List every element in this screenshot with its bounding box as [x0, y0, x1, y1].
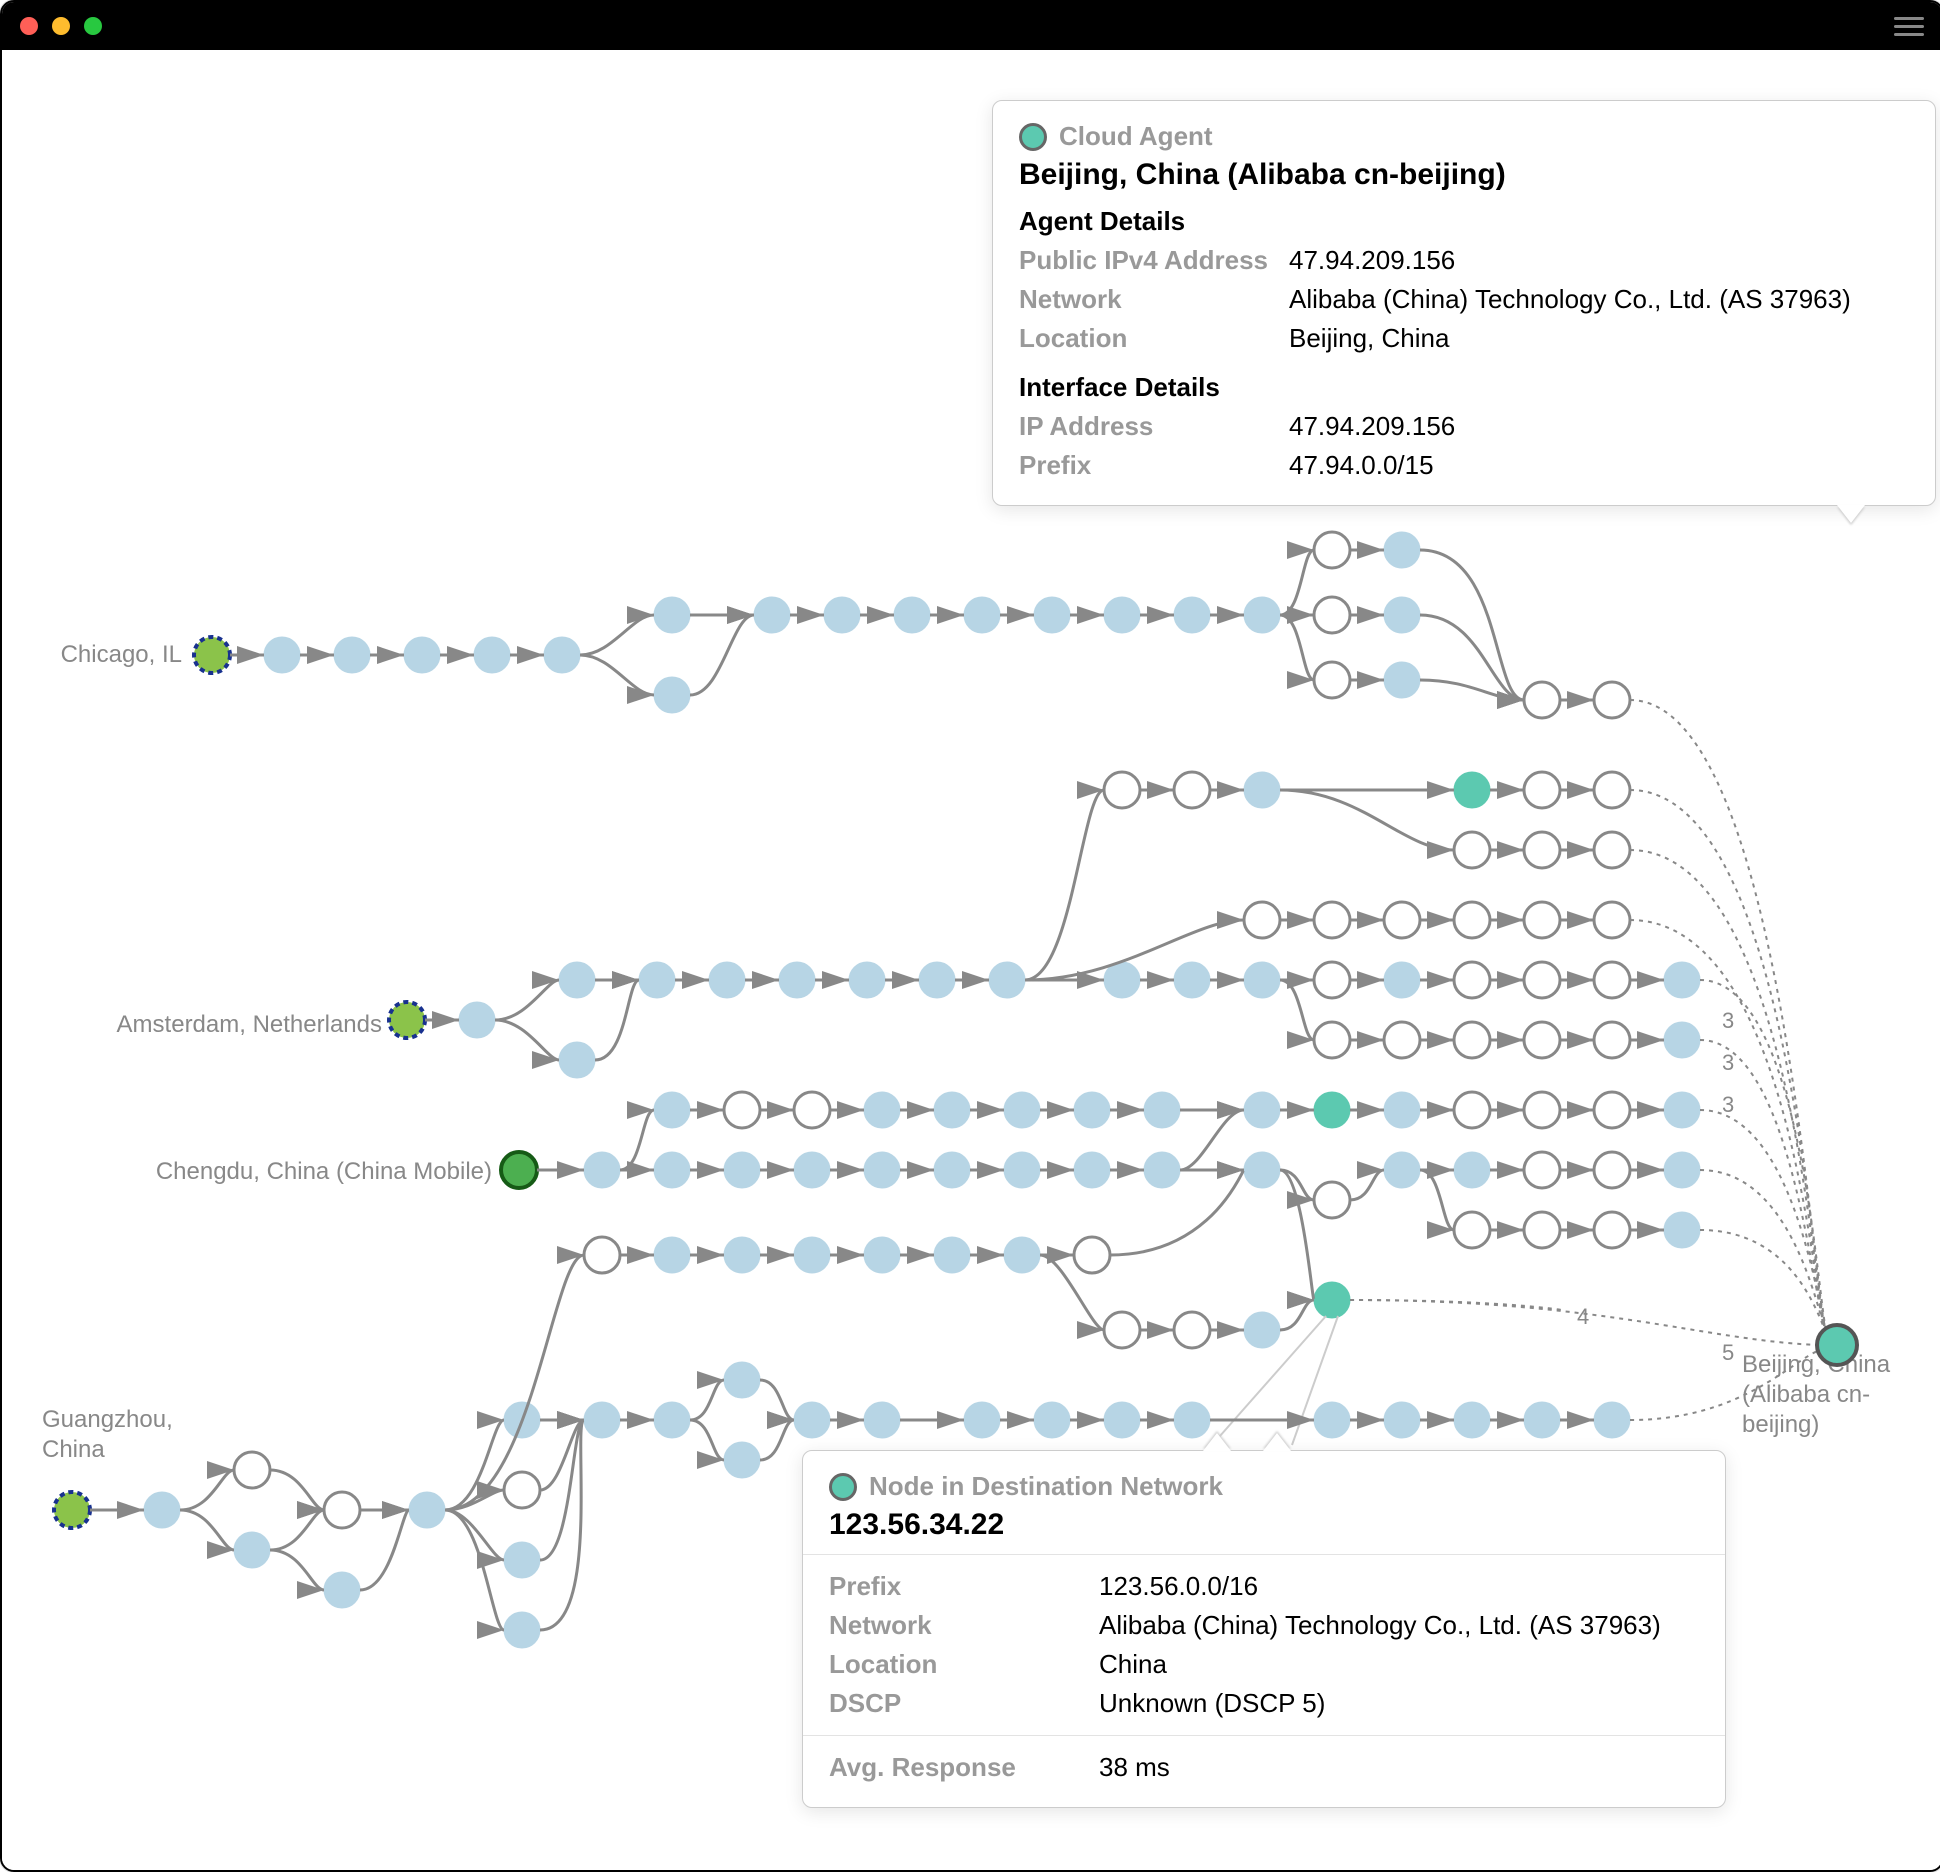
close-icon[interactable]: [20, 17, 38, 35]
cloud-agent-icon: [1019, 123, 1047, 151]
tooltip-type: Cloud Agent: [1059, 121, 1213, 152]
tooltip-section: Agent Details: [1019, 206, 1909, 237]
minimize-icon[interactable]: [52, 17, 70, 35]
path-visualization[interactable]: Chicago, IL Amsterdam, Netherlands Cheng…: [2, 50, 1940, 1870]
destination-node: [1817, 1325, 1857, 1365]
menu-icon[interactable]: [1894, 17, 1924, 36]
tooltip-title: 123.56.34.22: [829, 1508, 1699, 1542]
titlebar: [2, 2, 1940, 50]
tooltip-type: Node in Destination Network: [869, 1471, 1223, 1502]
tooltip-section: Interface Details: [1019, 372, 1909, 403]
app-window: Chicago, IL Amsterdam, Netherlands Cheng…: [0, 0, 1940, 1872]
tooltip-agent: Cloud Agent Beijing, China (Alibaba cn-b…: [992, 100, 1936, 506]
zoom-icon[interactable]: [84, 17, 102, 35]
node-icon: [829, 1473, 857, 1501]
tooltip-title: Beijing, China (Alibaba cn-beijing): [1019, 158, 1909, 192]
traffic-lights: [20, 17, 102, 35]
tooltip-node: Node in Destination Network 123.56.34.22…: [802, 1450, 1726, 1808]
